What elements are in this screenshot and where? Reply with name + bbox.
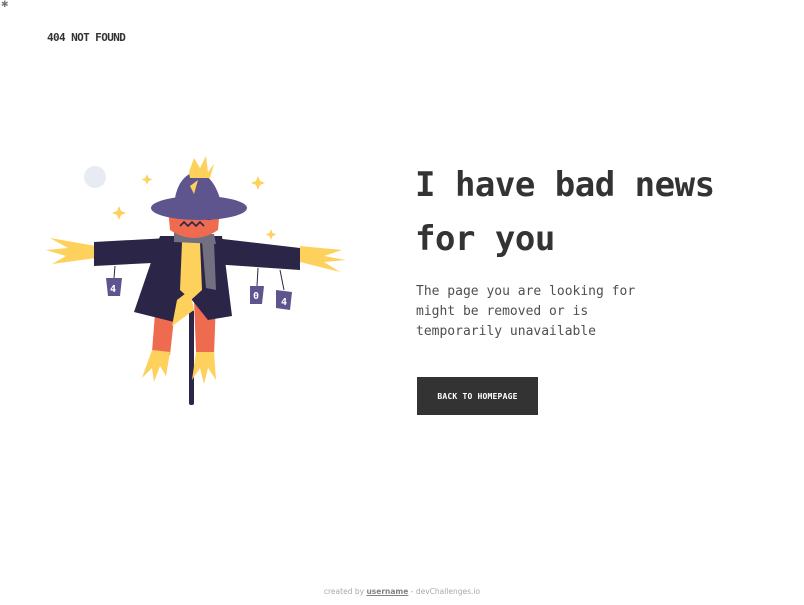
right-foot-straw [192, 352, 216, 384]
back-to-homepage-button[interactable]: BACK TO HOMEPAGE [417, 377, 538, 415]
sparkle-2 [112, 206, 126, 220]
sparkle-4 [265, 229, 277, 240]
sparkle-1 [141, 174, 153, 185]
footer-separator: - [408, 587, 416, 596]
footer-username-link[interactable]: username [366, 587, 408, 596]
left-foot-straw [142, 350, 170, 382]
footer-prefix: created by [323, 587, 365, 596]
can-label-right: 4 [281, 297, 287, 308]
can-label-middle: 0 [253, 291, 259, 302]
corner-glyph: ✱ [1, 0, 9, 10]
page-message: The page you are looking for might be re… [416, 284, 636, 339]
scarecrow-illustration: 4 0 4 [46, 156, 346, 405]
pole [189, 310, 194, 405]
shirt [180, 242, 202, 300]
moon-circle [84, 166, 106, 188]
hat-straw [189, 156, 214, 178]
sparkle-3 [251, 176, 265, 190]
footer-site-link[interactable]: devChallenges.io [416, 587, 480, 596]
can-label-left: 4 [110, 284, 116, 295]
brand-logo[interactable]: 404 NOT FOUND [47, 31, 126, 44]
footer: created by username - devChallenges.io [0, 587, 804, 596]
page-headline: I have bad news for you [415, 165, 715, 259]
